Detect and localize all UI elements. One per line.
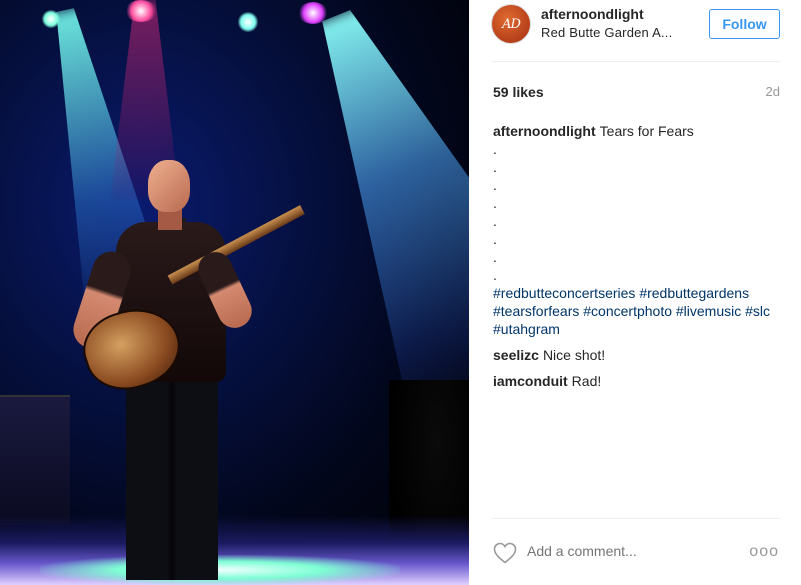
more-options-icon[interactable]: ooo (749, 543, 779, 561)
caption-username[interactable]: afternoondlight (493, 123, 596, 139)
footer-divider (492, 518, 780, 519)
follow-button[interactable]: Follow (709, 9, 780, 39)
caption-dot: . (493, 141, 497, 157)
comment-text: Rad! (571, 373, 602, 389)
add-comment-input[interactable] (527, 543, 727, 559)
caption-dot: . (493, 249, 497, 265)
hashtag-link[interactable]: #slc (745, 303, 770, 319)
comment: iamconduit Rad! (493, 372, 783, 390)
caption-hashtags: #redbutteconcertseries #redbuttegardens … (493, 284, 783, 338)
caption-text: Tears for Fears (599, 123, 694, 139)
avatar-initials: AD (502, 16, 521, 32)
caption-dot: . (493, 159, 497, 175)
likes-count[interactable]: 59 likes (493, 84, 544, 100)
comment-bar: ooo (469, 529, 801, 577)
heart-icon[interactable] (493, 542, 517, 564)
stage-light-pink-2 (298, 2, 328, 24)
header-divider (492, 61, 780, 62)
stage-light-left (42, 10, 60, 28)
caption-dot: . (493, 195, 497, 211)
caption-dot: . (493, 267, 497, 283)
post-location[interactable]: Red Butte Garden A... (541, 25, 691, 40)
performer (68, 160, 305, 580)
hashtag-link[interactable]: #redbutteconcertseries (493, 285, 635, 301)
hashtag-link[interactable]: #tearsforfears (493, 303, 579, 319)
stage-light-center (238, 12, 258, 32)
performer-legs (126, 375, 218, 580)
stage-light-pink-1 (125, 0, 157, 22)
caption: afternoondlight Tears for Fears (493, 122, 783, 140)
hashtag-link[interactable]: #concertphoto (583, 303, 672, 319)
hashtag-link[interactable]: #utahgram (493, 321, 560, 337)
caption-dot: . (493, 213, 497, 229)
hashtag-link[interactable]: #redbuttegardens (639, 285, 749, 301)
hashtag-link[interactable]: #livemusic (676, 303, 741, 319)
comment-username[interactable]: seelizc (493, 347, 539, 363)
post-photo[interactable] (0, 0, 469, 585)
caption-dot: . (493, 231, 497, 247)
caption-dot: . (493, 177, 497, 193)
post-details-panel: AD afternoondlight Red Butte Garden A...… (469, 0, 801, 585)
comments-list: afternoondlight Tears for Fears . . . . .… (493, 122, 783, 390)
comment: seelizc Nice shot! (493, 346, 783, 364)
post-header: AD afternoondlight Red Butte Garden A...… (469, 0, 801, 48)
post-age[interactable]: 2d (766, 84, 780, 99)
comment-username[interactable]: iamconduit (493, 373, 568, 389)
comment-text: Nice shot! (542, 347, 606, 363)
post-username[interactable]: afternoondlight (541, 6, 644, 22)
avatar[interactable]: AD (491, 4, 531, 44)
performer-head (148, 160, 190, 212)
stage-amplifier (0, 395, 70, 525)
